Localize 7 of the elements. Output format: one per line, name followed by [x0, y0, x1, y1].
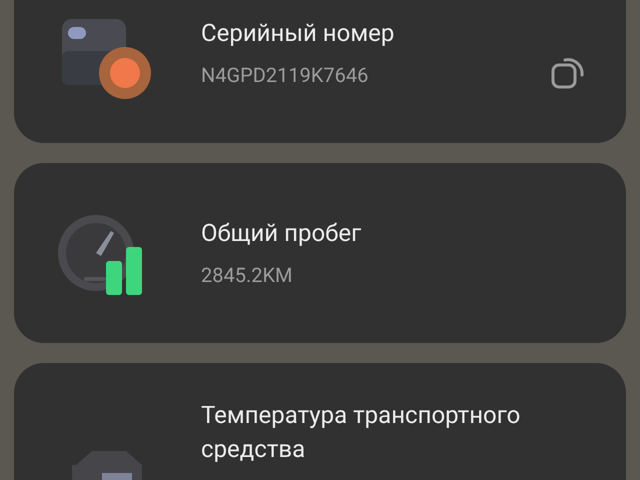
card-title: Серийный номер: [201, 18, 396, 49]
card-title: Температура транспортного средства: [201, 400, 522, 465]
copy-icon: [551, 57, 585, 89]
card-value: 2845.2KM: [201, 262, 294, 289]
card-title: Общий пробег: [201, 218, 362, 249]
card-value: N4GPD2119K7646: [201, 62, 370, 89]
copy-button[interactable]: [550, 55, 586, 91]
